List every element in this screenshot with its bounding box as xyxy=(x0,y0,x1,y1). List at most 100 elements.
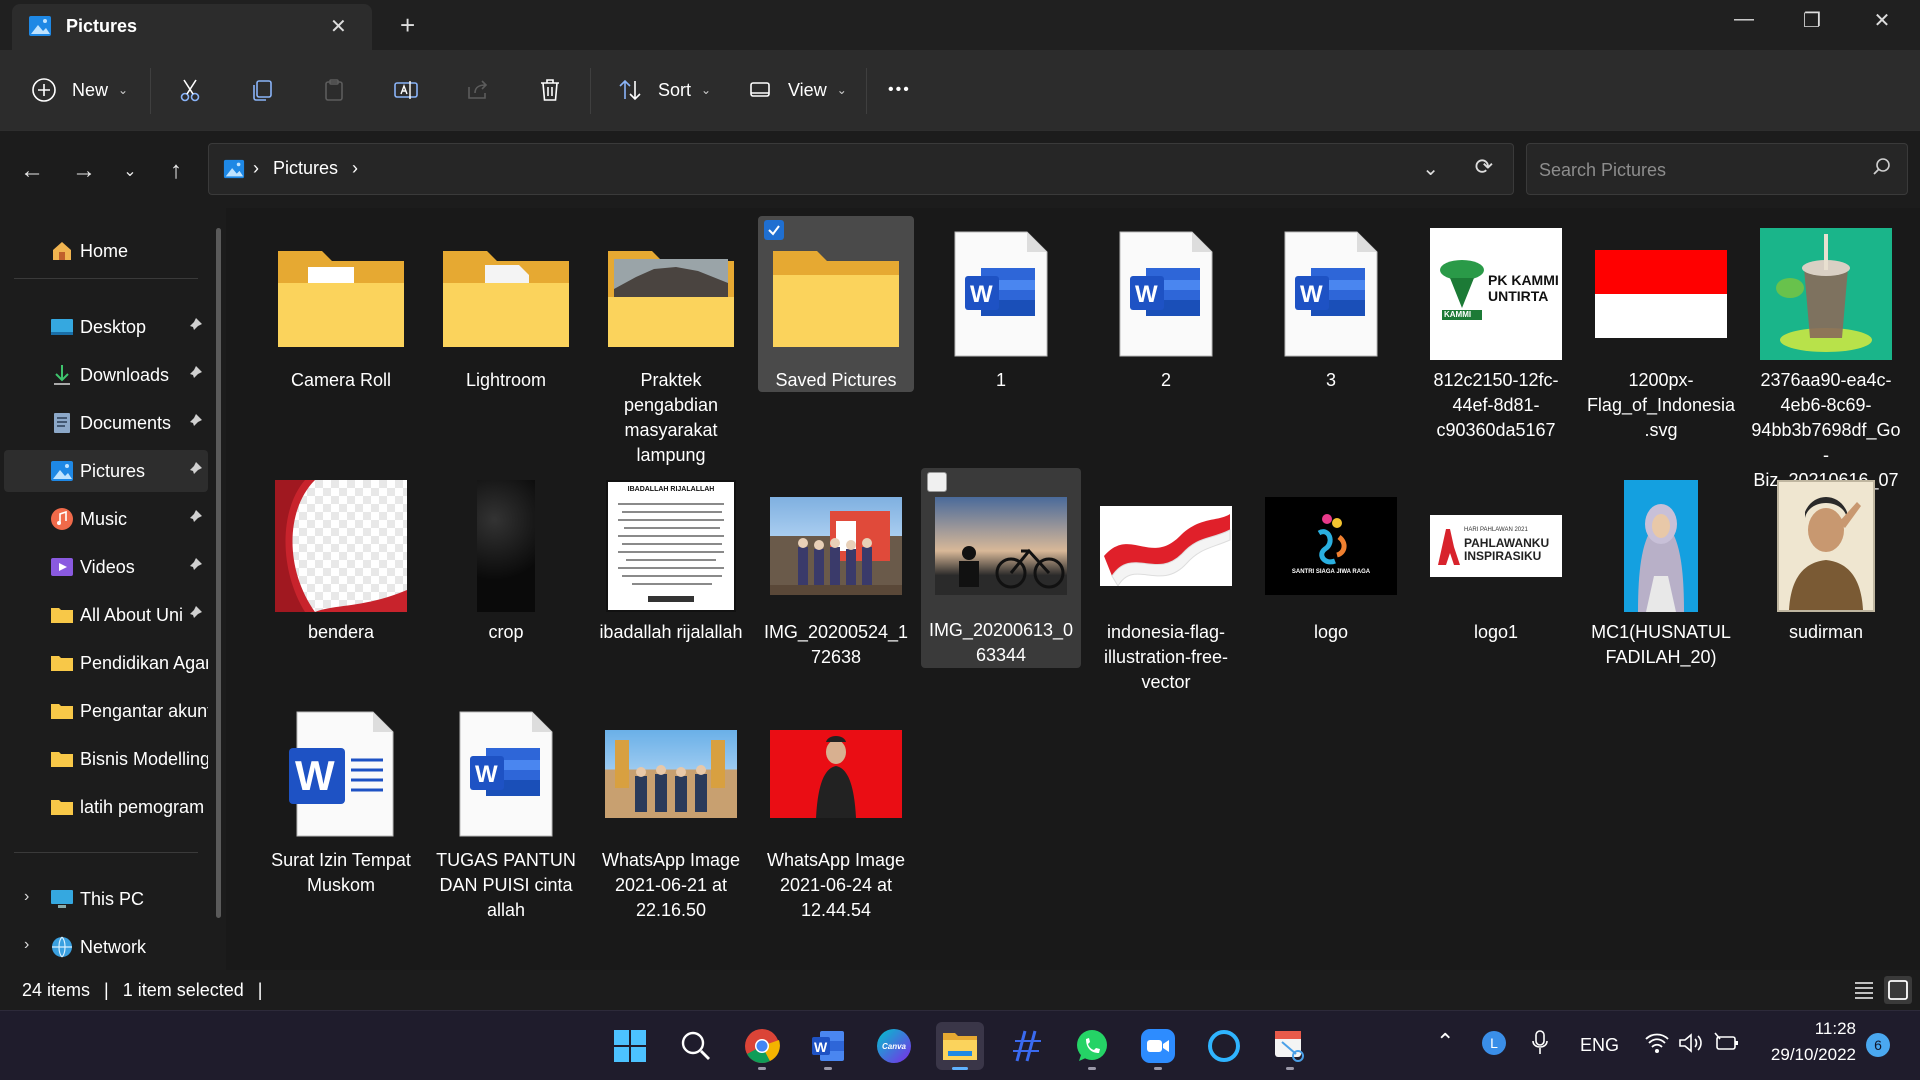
file-item[interactable]: Praktek pengabdian masyarakat lampung xyxy=(593,218,749,468)
large-icons-view-icon[interactable] xyxy=(1884,976,1912,1004)
minimize-button[interactable]: — xyxy=(1722,8,1766,42)
file-explorer-app[interactable] xyxy=(936,1022,984,1070)
paste-button[interactable] xyxy=(316,70,352,110)
search-input[interactable] xyxy=(1539,156,1859,184)
speaker-icon[interactable] xyxy=(1678,1031,1704,1060)
tray-overflow-chevron-icon[interactable]: ⌃ xyxy=(1436,1029,1454,1055)
file-item[interactable]: IBADALLAH RIJALALLAH ibadallah rijalalla… xyxy=(593,470,749,670)
cortana-app[interactable] xyxy=(1200,1022,1248,1070)
back-arrow-icon[interactable]: ← xyxy=(14,153,50,189)
file-item[interactable]: W 2 xyxy=(1088,218,1244,398)
pin-icon[interactable] xyxy=(184,508,204,528)
chrome-app[interactable] xyxy=(738,1022,786,1070)
pin-icon[interactable] xyxy=(184,364,204,384)
search-taskbar-button[interactable] xyxy=(672,1022,720,1070)
wifi-icon[interactable] xyxy=(1644,1031,1670,1060)
clock-date[interactable]: 29/10/2022 xyxy=(1756,1045,1856,1065)
account-badge[interactable]: L xyxy=(1482,1031,1506,1055)
file-item[interactable]: SANTRI SIAGA JIWA RAGA logo xyxy=(1253,470,1409,650)
file-item[interactable]: crop xyxy=(428,470,584,650)
sidebar-scrollbar[interactable] xyxy=(216,228,221,918)
sidebar-item-downloads[interactable]: Downloads xyxy=(4,354,208,396)
address-dropdown-chevron-icon[interactable]: ⌄ xyxy=(1422,156,1439,181)
file-item[interactable]: Lightroom xyxy=(428,218,584,418)
sidebar-item-latih-pemograman[interactable]: latih pemogram xyxy=(4,786,208,828)
pin-icon[interactable] xyxy=(184,604,204,624)
pin-icon[interactable] xyxy=(184,412,204,432)
sidebar-item-videos[interactable]: Videos xyxy=(4,546,208,588)
recent-locations-chevron-icon[interactable]: ⌄ xyxy=(112,153,148,189)
file-item[interactable]: WhatsApp Image 2021-06-24 at 12.44.54 xyxy=(758,698,914,948)
breadcrumb-separator[interactable]: › xyxy=(352,158,358,179)
notification-badge[interactable]: 6 xyxy=(1866,1033,1890,1057)
zoom-app[interactable] xyxy=(1134,1022,1182,1070)
battery-charging-icon[interactable] xyxy=(1712,1031,1740,1060)
pin-icon[interactable] xyxy=(184,556,204,576)
sidebar-item-documents[interactable]: Documents xyxy=(4,402,208,444)
breadcrumb-pictures[interactable]: Pictures xyxy=(273,158,338,179)
file-item[interactable]: W 3 xyxy=(1253,218,1409,398)
sidebar-item-desktop[interactable]: Desktop xyxy=(4,306,208,348)
new-button[interactable]: New ⌄ xyxy=(26,70,128,110)
word-app[interactable]: W xyxy=(804,1022,852,1070)
file-item[interactable]: bendera xyxy=(263,470,419,650)
file-item[interactable]: IMG_20200524_172638 xyxy=(758,470,914,667)
file-item[interactable]: sudirman xyxy=(1748,470,1904,650)
clock-time[interactable]: 11:28 xyxy=(1764,1019,1856,1039)
pin-icon[interactable] xyxy=(184,316,204,336)
sort-button[interactable]: Sort ⌄ xyxy=(612,70,711,110)
sidebar-item-this-pc[interactable]: › This PC xyxy=(4,878,208,920)
sidebar-item-all-about-uni[interactable]: All About Uni xyxy=(4,594,208,636)
sidebar-item-pictures[interactable]: Pictures xyxy=(4,450,208,492)
sidebar-item-home[interactable]: Home xyxy=(4,230,208,272)
cut-button[interactable] xyxy=(172,70,208,110)
up-arrow-icon[interactable]: ↑ xyxy=(158,153,194,189)
view-button[interactable]: View ⌄ xyxy=(742,70,847,110)
close-button[interactable]: ✕ xyxy=(1860,8,1904,42)
forward-arrow-icon[interactable]: → xyxy=(66,153,102,189)
copy-button[interactable] xyxy=(244,70,280,110)
expand-chevron-icon[interactable]: › xyxy=(24,936,29,954)
share-button[interactable] xyxy=(460,70,496,110)
search-icon[interactable] xyxy=(1871,156,1893,183)
file-item[interactable]: W Surat Izin Tempat Muskom xyxy=(263,698,419,898)
refresh-icon[interactable]: ⟳ xyxy=(1475,154,1493,180)
sidebar-item-music[interactable]: Music xyxy=(4,498,208,540)
file-item[interactable]: W 1 xyxy=(923,218,1079,398)
notes-app[interactable] xyxy=(1002,1022,1050,1070)
snipping-tool-app[interactable] xyxy=(1266,1022,1314,1070)
file-item[interactable]: MC1(HUSNATUL FADILAH_20) xyxy=(1583,470,1739,670)
maximize-button[interactable]: ❐ xyxy=(1790,8,1834,42)
expand-chevron-icon[interactable]: › xyxy=(24,888,29,906)
canva-app[interactable]: Canva xyxy=(870,1022,918,1070)
address-bar[interactable]: › Pictures › ⌄ ⟳ xyxy=(208,143,1514,195)
more-options-button[interactable]: ••• xyxy=(888,70,911,110)
file-item[interactable]: indonesia-flag-illustration-free-vector xyxy=(1088,470,1244,692)
file-item[interactable]: KAMMI PK KAMMI UNTIRTA 812c2150-12fc-44e… xyxy=(1418,218,1574,448)
pin-icon[interactable] xyxy=(184,460,204,480)
tab-pictures[interactable]: Pictures ✕ xyxy=(12,4,372,50)
details-view-icon[interactable] xyxy=(1852,978,1876,1007)
file-item[interactable]: W Camera Roll xyxy=(263,218,419,418)
file-item[interactable]: 2376aa90-ea4c-4eb6-8c69-94bb3b7698df_Go-… xyxy=(1748,218,1904,515)
whatsapp-app[interactable] xyxy=(1068,1022,1116,1070)
delete-button[interactable] xyxy=(532,70,568,110)
tab-close-icon[interactable]: ✕ xyxy=(330,14,347,39)
rename-button[interactable] xyxy=(388,70,424,110)
file-item-hovered[interactable]: IMG_20200613_063344 xyxy=(921,468,1081,668)
sidebar-item-network[interactable]: › Network xyxy=(4,926,208,968)
file-item[interactable]: 1200px-Flag_of_Indonesia.svg xyxy=(1583,218,1739,440)
sidebar-item-pengantar-akuntansi[interactable]: Pengantar akunt xyxy=(4,690,208,732)
file-item[interactable]: HARI PAHLAWAN 2021 PAHLAWANKU INSPIRASIK… xyxy=(1418,470,1574,650)
start-button[interactable] xyxy=(606,1022,654,1070)
microphone-icon[interactable] xyxy=(1530,1029,1550,1062)
file-item[interactable]: WhatsApp Image 2021-06-21 at 22.16.50 xyxy=(593,698,749,948)
new-tab-button[interactable]: + xyxy=(400,10,415,41)
file-item-selected[interactable]: Saved Pictures xyxy=(758,216,914,392)
breadcrumb-separator[interactable]: › xyxy=(253,158,259,179)
sidebar-item-pendidikan-agama[interactable]: Pendidikan Agar xyxy=(4,642,208,684)
search-box[interactable] xyxy=(1526,143,1908,195)
language-indicator[interactable]: ENG xyxy=(1580,1035,1619,1056)
sidebar-item-bisnis-modelling[interactable]: Bisnis Modelling xyxy=(4,738,208,780)
file-item[interactable]: W TUGAS PANTUN DAN PUISI cinta allah xyxy=(428,698,584,928)
